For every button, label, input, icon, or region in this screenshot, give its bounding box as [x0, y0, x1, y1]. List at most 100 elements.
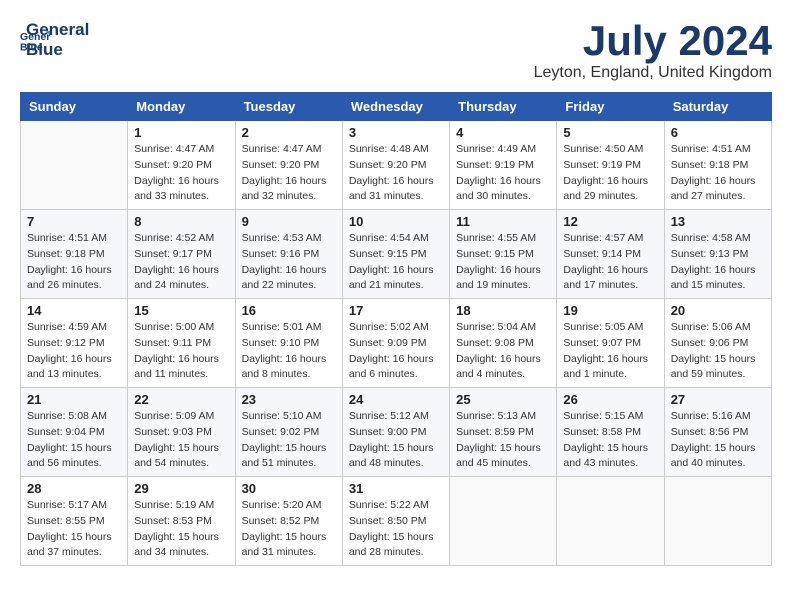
day-info: Sunrise: 4:49 AMSunset: 9:19 PMDaylight:…	[456, 142, 550, 205]
calendar-cell: 10Sunrise: 4:54 AMSunset: 9:15 PMDayligh…	[342, 210, 449, 299]
logo: General Blue General Blue	[20, 20, 89, 60]
calendar-cell: 24 Sunrise: 5:12 AMSunset: 9:00 PMDayligh…	[342, 388, 449, 477]
day-info: Sunrise: 5:09 AMSunset: 9:03 PMDaylight:…	[134, 409, 228, 472]
day-number: 21	[27, 392, 121, 407]
calendar-cell: 31Sunrise: 5:22 AMSunset: 8:50 PMDayligh…	[342, 477, 449, 566]
day-number: 11	[456, 214, 550, 229]
day-info: Sunrise: 5:12 AMSunset: 9:00 PMDaylight:…	[349, 409, 443, 472]
day-info: Sunrise: 4:55 AMSunset: 9:15 PMDaylight:…	[456, 231, 550, 294]
day-number: 16	[242, 303, 336, 318]
calendar-cell: 22 Sunrise: 5:09 AMSunset: 9:03 PMDayligh…	[128, 388, 235, 477]
day-number: 7	[27, 214, 121, 229]
calendar-cell: 28 Sunrise: 5:17 AMSunset: 8:55 PMDayligh…	[21, 477, 128, 566]
calendar-cell: 2Sunrise: 4:47 AMSunset: 9:20 PMDaylight…	[235, 121, 342, 210]
calendar-cell: 17 Sunrise: 5:02 AMSunset: 9:09 PMDayligh…	[342, 299, 449, 388]
week-row-5: 28 Sunrise: 5:17 AMSunset: 8:55 PMDayligh…	[21, 477, 772, 566]
day-number: 9	[242, 214, 336, 229]
calendar-cell: 13 Sunrise: 4:58 AMSunset: 9:13 PMDayligh…	[664, 210, 771, 299]
week-row-2: 7 Sunrise: 4:51 AMSunset: 9:18 PMDaylight…	[21, 210, 772, 299]
week-row-1: 1Sunrise: 4:47 AMSunset: 9:20 PMDaylight…	[21, 121, 772, 210]
title-area: July 2024 Leyton, England, United Kingdo…	[534, 20, 772, 82]
calendar-cell: 30 Sunrise: 5:20 AMSunset: 8:52 PMDayligh…	[235, 477, 342, 566]
calendar-cell: 23Sunrise: 5:10 AMSunset: 9:02 PMDayligh…	[235, 388, 342, 477]
day-info: Sunrise: 5:17 AMSunset: 8:55 PMDaylight:…	[27, 498, 121, 561]
day-number: 6	[671, 125, 765, 140]
calendar-cell: 4 Sunrise: 4:49 AMSunset: 9:19 PMDaylight…	[450, 121, 557, 210]
day-info: Sunrise: 4:53 AMSunset: 9:16 PMDaylight:…	[242, 231, 336, 294]
logo-general: General	[26, 20, 89, 40]
day-info: Sunrise: 4:51 AMSunset: 9:18 PMDaylight:…	[27, 231, 121, 294]
week-row-3: 14 Sunrise: 4:59 AMSunset: 9:12 PMDayligh…	[21, 299, 772, 388]
day-info: Sunrise: 4:59 AMSunset: 9:12 PMDaylight:…	[27, 320, 121, 383]
day-number: 4	[456, 125, 550, 140]
day-info: Sunrise: 4:58 AMSunset: 9:13 PMDaylight:…	[671, 231, 765, 294]
day-number: 12	[563, 214, 657, 229]
calendar-cell: 15 Sunrise: 5:00 AMSunset: 9:11 PMDayligh…	[128, 299, 235, 388]
calendar-cell	[21, 121, 128, 210]
day-number: 17	[349, 303, 443, 318]
day-number: 24	[349, 392, 443, 407]
calendar-cell: 27 Sunrise: 5:16 AMSunset: 8:56 PMDayligh…	[664, 388, 771, 477]
day-number: 3	[349, 125, 443, 140]
header-friday: Friday	[557, 93, 664, 121]
month-title: July 2024	[534, 20, 772, 62]
day-info: Sunrise: 5:00 AMSunset: 9:11 PMDaylight:…	[134, 320, 228, 383]
day-info: Sunrise: 4:57 AMSunset: 9:14 PMDaylight:…	[563, 231, 657, 294]
day-number: 27	[671, 392, 765, 407]
day-info: Sunrise: 5:04 AMSunset: 9:08 PMDaylight:…	[456, 320, 550, 383]
day-info: Sunrise: 5:19 AMSunset: 8:53 PMDaylight:…	[134, 498, 228, 561]
day-number: 5	[563, 125, 657, 140]
calendar-cell: 25 Sunrise: 5:13 AMSunset: 8:59 PMDayligh…	[450, 388, 557, 477]
day-number: 18	[456, 303, 550, 318]
calendar-cell: 1Sunrise: 4:47 AMSunset: 9:20 PMDaylight…	[128, 121, 235, 210]
day-info: Sunrise: 5:16 AMSunset: 8:56 PMDaylight:…	[671, 409, 765, 472]
calendar-cell: 16 Sunrise: 5:01 AMSunset: 9:10 PMDayligh…	[235, 299, 342, 388]
day-info: Sunrise: 5:02 AMSunset: 9:09 PMDaylight:…	[349, 320, 443, 383]
calendar-cell: 5 Sunrise: 4:50 AMSunset: 9:19 PMDaylight…	[557, 121, 664, 210]
day-number: 13	[671, 214, 765, 229]
calendar-cell: 12 Sunrise: 4:57 AMSunset: 9:14 PMDayligh…	[557, 210, 664, 299]
day-number: 29	[134, 481, 228, 496]
day-number: 28	[27, 481, 121, 496]
calendar-header-row: SundayMondayTuesdayWednesdayThursdayFrid…	[21, 93, 772, 121]
day-number: 15	[134, 303, 228, 318]
calendar-cell: 11 Sunrise: 4:55 AMSunset: 9:15 PMDayligh…	[450, 210, 557, 299]
day-number: 25	[456, 392, 550, 407]
day-info: Sunrise: 5:06 AMSunset: 9:06 PMDaylight:…	[671, 320, 765, 383]
header-tuesday: Tuesday	[235, 93, 342, 121]
calendar-cell: 26 Sunrise: 5:15 AMSunset: 8:58 PMDayligh…	[557, 388, 664, 477]
calendar-cell: 8 Sunrise: 4:52 AMSunset: 9:17 PMDaylight…	[128, 210, 235, 299]
day-number: 22	[134, 392, 228, 407]
header: General Blue General Blue July 2024 Leyt…	[20, 20, 772, 82]
calendar-table: SundayMondayTuesdayWednesdayThursdayFrid…	[20, 92, 772, 566]
day-number: 19	[563, 303, 657, 318]
day-info: Sunrise: 5:01 AMSunset: 9:10 PMDaylight:…	[242, 320, 336, 383]
calendar-cell: 18 Sunrise: 5:04 AMSunset: 9:08 PMDayligh…	[450, 299, 557, 388]
day-info: Sunrise: 5:20 AMSunset: 8:52 PMDaylight:…	[242, 498, 336, 561]
calendar-cell: 14 Sunrise: 4:59 AMSunset: 9:12 PMDayligh…	[21, 299, 128, 388]
day-number: 30	[242, 481, 336, 496]
header-wednesday: Wednesday	[342, 93, 449, 121]
calendar-cell	[664, 477, 771, 566]
header-saturday: Saturday	[664, 93, 771, 121]
day-number: 8	[134, 214, 228, 229]
day-number: 23	[242, 392, 336, 407]
calendar-cell: 21 Sunrise: 5:08 AMSunset: 9:04 PMDayligh…	[21, 388, 128, 477]
day-number: 31	[349, 481, 443, 496]
day-number: 20	[671, 303, 765, 318]
day-info: Sunrise: 5:08 AMSunset: 9:04 PMDaylight:…	[27, 409, 121, 472]
calendar-cell: 9 Sunrise: 4:53 AMSunset: 9:16 PMDaylight…	[235, 210, 342, 299]
day-info: Sunrise: 5:13 AMSunset: 8:59 PMDaylight:…	[456, 409, 550, 472]
day-info: Sunrise: 5:15 AMSunset: 8:58 PMDaylight:…	[563, 409, 657, 472]
day-info: Sunrise: 4:52 AMSunset: 9:17 PMDaylight:…	[134, 231, 228, 294]
day-number: 14	[27, 303, 121, 318]
calendar-cell: 20 Sunrise: 5:06 AMSunset: 9:06 PMDayligh…	[664, 299, 771, 388]
logo-blue: Blue	[26, 40, 89, 60]
day-number: 26	[563, 392, 657, 407]
day-info: Sunrise: 4:50 AMSunset: 9:19 PMDaylight:…	[563, 142, 657, 205]
day-number: 1	[134, 125, 228, 140]
header-sunday: Sunday	[21, 93, 128, 121]
day-info: Sunrise: 4:51 AMSunset: 9:18 PMDaylight:…	[671, 142, 765, 205]
calendar-cell: 29 Sunrise: 5:19 AMSunset: 8:53 PMDayligh…	[128, 477, 235, 566]
calendar-cell: 3Sunrise: 4:48 AMSunset: 9:20 PMDaylight…	[342, 121, 449, 210]
